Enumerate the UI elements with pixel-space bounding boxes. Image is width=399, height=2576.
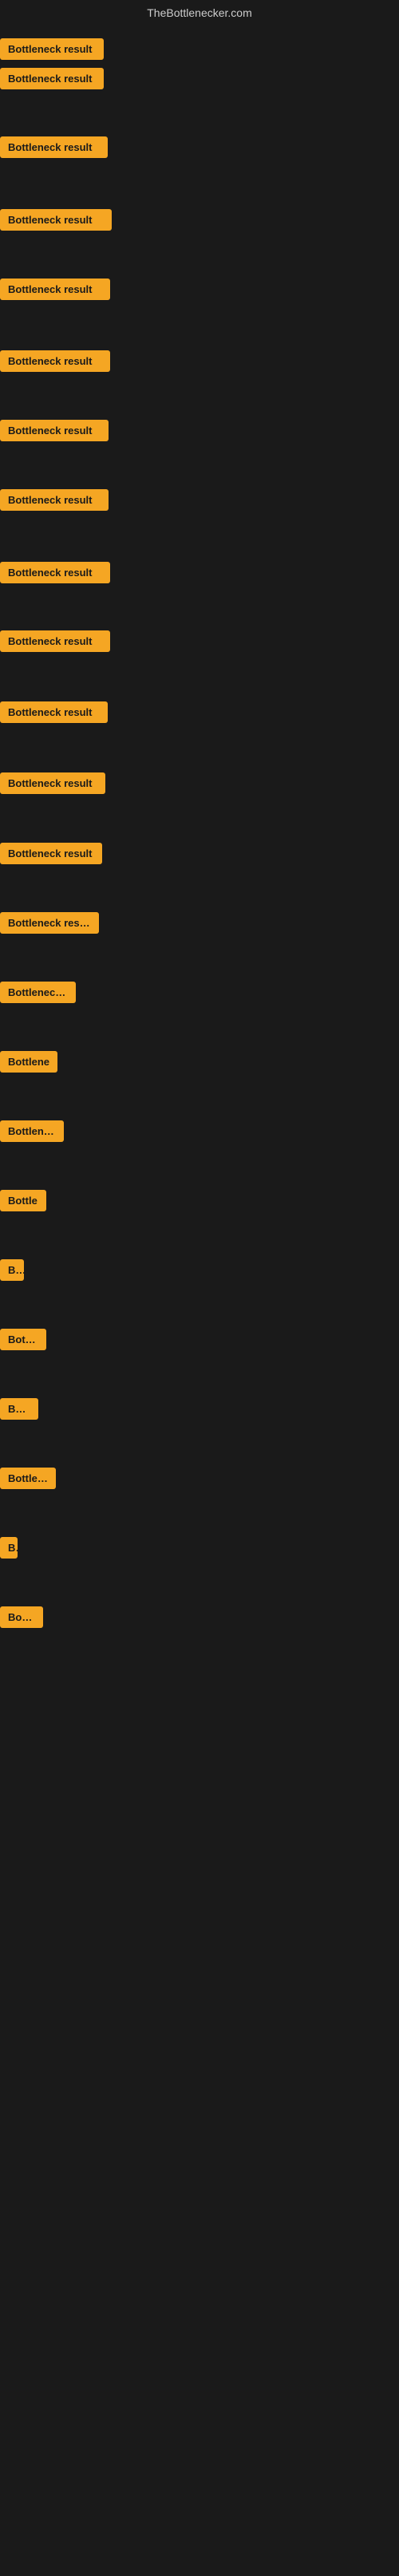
bottleneck-result-badge[interactable]: Bottleneck: [0, 1120, 64, 1142]
badge-row-8: Bottleneck result: [0, 489, 109, 515]
badge-row-2: Bottleneck result: [0, 68, 104, 93]
badge-row-6: Bottleneck result: [0, 350, 110, 376]
badge-row-9: Bottleneck result: [0, 562, 110, 587]
bottleneck-result-badge[interactable]: Bottleneck result: [0, 279, 110, 300]
bottleneck-result-badge[interactable]: Bottleneck result: [0, 489, 109, 511]
bottleneck-result-badge[interactable]: Bottler: [0, 1329, 46, 1350]
bottleneck-result-badge[interactable]: Bottleneck result: [0, 136, 108, 158]
bottleneck-result-badge[interactable]: B: [0, 1537, 18, 1559]
bottleneck-result-badge[interactable]: Bottleneck result: [0, 68, 104, 89]
badge-row-21: Bottl: [0, 1398, 38, 1424]
bottleneck-result-badge[interactable]: Bottleneck result: [0, 420, 109, 441]
badge-row-19: Bo: [0, 1259, 24, 1285]
bottleneck-result-badge[interactable]: Bottleneck result: [0, 912, 99, 934]
badge-row-12: Bottleneck result: [0, 772, 105, 798]
bottleneck-result-badge[interactable]: Bottle: [0, 1606, 43, 1628]
badge-row-13: Bottleneck result: [0, 843, 102, 868]
bottleneck-result-badge[interactable]: Bottlene: [0, 1468, 56, 1489]
badge-row-22: Bottlene: [0, 1468, 56, 1493]
badge-row-23: B: [0, 1537, 18, 1563]
bottleneck-result-badge[interactable]: Bottleneck result: [0, 701, 108, 723]
bottleneck-result-badge[interactable]: Bottleneck result: [0, 350, 110, 372]
bottleneck-result-badge[interactable]: Bo: [0, 1259, 24, 1281]
badge-row-1: Bottleneck result: [0, 38, 104, 64]
site-title: TheBottlenecker.com: [0, 0, 399, 22]
badge-row-7: Bottleneck result: [0, 420, 109, 445]
badge-row-15: Bottleneck re: [0, 982, 76, 1007]
bottleneck-result-badge[interactable]: Bottleneck re: [0, 982, 76, 1003]
bottleneck-result-badge[interactable]: Bottleneck result: [0, 209, 112, 231]
bottleneck-result-badge[interactable]: Bottleneck result: [0, 38, 104, 60]
bottleneck-result-badge[interactable]: Bottlene: [0, 1051, 57, 1073]
badge-row-3: Bottleneck result: [0, 136, 108, 162]
badge-row-4: Bottleneck result: [0, 209, 112, 235]
badge-row-14: Bottleneck result: [0, 912, 99, 938]
bottleneck-result-badge[interactable]: Bottleneck result: [0, 843, 102, 864]
badge-row-18: Bottle: [0, 1190, 46, 1215]
badge-row-10: Bottleneck result: [0, 630, 110, 656]
bottleneck-result-badge[interactable]: Bottleneck result: [0, 630, 110, 652]
bottleneck-result-badge[interactable]: Bottl: [0, 1398, 38, 1420]
badge-row-11: Bottleneck result: [0, 701, 108, 727]
badge-row-16: Bottlene: [0, 1051, 57, 1077]
bottleneck-result-badge[interactable]: Bottleneck result: [0, 772, 105, 794]
badge-row-17: Bottleneck: [0, 1120, 64, 1146]
badge-row-5: Bottleneck result: [0, 279, 110, 304]
badge-row-20: Bottler: [0, 1329, 46, 1354]
bottleneck-result-badge[interactable]: Bottleneck result: [0, 562, 110, 583]
bottleneck-result-badge[interactable]: Bottle: [0, 1190, 46, 1211]
badge-row-24: Bottle: [0, 1606, 43, 1632]
